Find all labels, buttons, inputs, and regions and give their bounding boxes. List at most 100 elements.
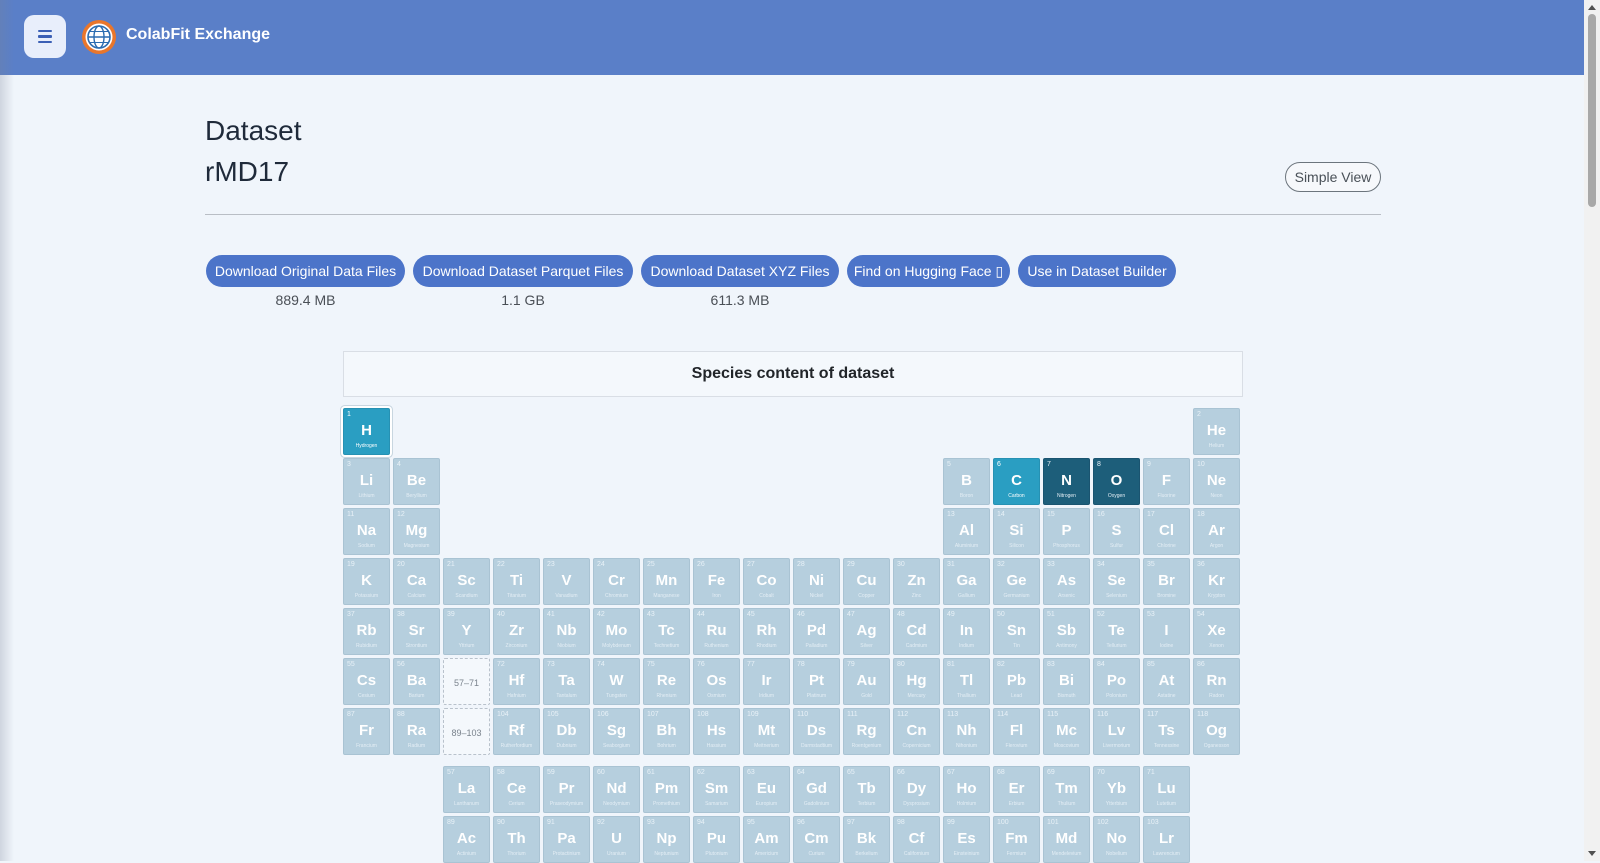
element-al[interactable]: 13 Al Aluminium: [943, 508, 990, 555]
element-cf[interactable]: 98 Cf Californium: [893, 816, 940, 863]
element-db[interactable]: 105 Db Dubnium: [543, 708, 590, 755]
element-cd[interactable]: 48 Cd Cadmium: [893, 608, 940, 655]
element-mn[interactable]: 25 Mn Manganese: [643, 558, 690, 605]
element-ne[interactable]: 10 Ne Neon: [1193, 458, 1240, 505]
element-pr[interactable]: 59 Pr Praseodymium: [543, 766, 590, 813]
element-v[interactable]: 23 V Vanadium: [543, 558, 590, 605]
element-pm[interactable]: 61 Pm Promethium: [643, 766, 690, 813]
element-w[interactable]: 74 W Tungsten: [593, 658, 640, 705]
element-li[interactable]: 3 Li Lithium: [343, 458, 390, 505]
element-ra[interactable]: 88 Ra Radium: [393, 708, 440, 755]
element-la[interactable]: 57 La Lanthanum: [443, 766, 490, 813]
element-zr[interactable]: 40 Zr Zirconium: [493, 608, 540, 655]
element-au[interactable]: 79 Au Gold: [843, 658, 890, 705]
element-bh[interactable]: 107 Bh Bohrium: [643, 708, 690, 755]
element-fr[interactable]: 87 Fr Francium: [343, 708, 390, 755]
element-i[interactable]: 53 I Iodine: [1143, 608, 1190, 655]
element-sg[interactable]: 106 Sg Seaborgium: [593, 708, 640, 755]
element-cr[interactable]: 24 Cr Chromium: [593, 558, 640, 605]
element-se[interactable]: 34 Se Selenium: [1093, 558, 1140, 605]
element-hg[interactable]: 80 Hg Mercury: [893, 658, 940, 705]
download-original-data-button[interactable]: Download Original Data Files: [206, 255, 405, 287]
element-in[interactable]: 49 In Indium: [943, 608, 990, 655]
element-h[interactable]: 1 H Hydrogen: [343, 408, 390, 455]
element-nh[interactable]: 113 Nh Nihonium: [943, 708, 990, 755]
element-ce[interactable]: 58 Ce Cerium: [493, 766, 540, 813]
element-sb[interactable]: 51 Sb Antimony: [1043, 608, 1090, 655]
element-ta[interactable]: 73 Ta Tantalum: [543, 658, 590, 705]
element-tc[interactable]: 43 Tc Technetium: [643, 608, 690, 655]
element-hs[interactable]: 108 Hs Hassium: [693, 708, 740, 755]
element-bk[interactable]: 97 Bk Berkelium: [843, 816, 890, 863]
element-md[interactable]: 101 Md Mendelevium: [1043, 816, 1090, 863]
element-c[interactable]: 6 C Carbon: [993, 458, 1040, 505]
element-ru[interactable]: 44 Ru Ruthenium: [693, 608, 740, 655]
element-nd[interactable]: 60 Nd Neodymium: [593, 766, 640, 813]
element-fl[interactable]: 114 Fl Flerovium: [993, 708, 1040, 755]
element-sm[interactable]: 62 Sm Samarium: [693, 766, 740, 813]
element-sr[interactable]: 38 Sr Strontium: [393, 608, 440, 655]
element-lv[interactable]: 116 Lv Livermorium: [1093, 708, 1140, 755]
element-lr[interactable]: 103 Lr Lawrencium: [1143, 816, 1190, 863]
element-cl[interactable]: 17 Cl Chlorine: [1143, 508, 1190, 555]
element-re[interactable]: 75 Re Rhenium: [643, 658, 690, 705]
element-dy[interactable]: 66 Dy Dysprosium: [893, 766, 940, 813]
element-bi[interactable]: 83 Bi Bismuth: [1043, 658, 1090, 705]
element-ir[interactable]: 77 Ir Iridium: [743, 658, 790, 705]
element-po[interactable]: 84 Po Polonium: [1093, 658, 1140, 705]
element-pt[interactable]: 78 Pt Platinum: [793, 658, 840, 705]
globe-logo-icon[interactable]: [81, 19, 117, 55]
element-fe[interactable]: 26 Fe Iron: [693, 558, 740, 605]
element-pa[interactable]: 91 Pa Protactinium: [543, 816, 590, 863]
element-eu[interactable]: 63 Eu Europium: [743, 766, 790, 813]
element-f[interactable]: 9 F Fluorine: [1143, 458, 1190, 505]
element-tl[interactable]: 81 Tl Thallium: [943, 658, 990, 705]
element-es[interactable]: 99 Es Einsteinium: [943, 816, 990, 863]
element-as[interactable]: 33 As Arsenic: [1043, 558, 1090, 605]
element-th[interactable]: 90 Th Thorium: [493, 816, 540, 863]
element-pb[interactable]: 82 Pb Lead: [993, 658, 1040, 705]
element-gd[interactable]: 64 Gd Gadolinium: [793, 766, 840, 813]
element-mo[interactable]: 42 Mo Molybdenum: [593, 608, 640, 655]
element-ga[interactable]: 31 Ga Gallium: [943, 558, 990, 605]
element-sc[interactable]: 21 Sc Scandium: [443, 558, 490, 605]
element-ac[interactable]: 89 Ac Actinium: [443, 816, 490, 863]
element-og[interactable]: 118 Og Oganesson: [1193, 708, 1240, 755]
element-nb[interactable]: 41 Nb Niobium: [543, 608, 590, 655]
dataset-builder-button[interactable]: Use in Dataset Builder: [1018, 255, 1176, 287]
element-ar[interactable]: 18 Ar Argon: [1193, 508, 1240, 555]
element-te[interactable]: 52 Te Tellurium: [1093, 608, 1140, 655]
element-rn[interactable]: 86 Rn Radon: [1193, 658, 1240, 705]
element-ba[interactable]: 56 Ba Barium: [393, 658, 440, 705]
element-np[interactable]: 93 Np Neptunium: [643, 816, 690, 863]
element-at[interactable]: 85 At Astatine: [1143, 658, 1190, 705]
brand-name[interactable]: ColabFit Exchange: [126, 26, 270, 44]
element-ca[interactable]: 20 Ca Calcium: [393, 558, 440, 605]
element-cn[interactable]: 112 Cn Copernicium: [893, 708, 940, 755]
element-am[interactable]: 95 Am Americium: [743, 816, 790, 863]
element-hf[interactable]: 72 Hf Hafnium: [493, 658, 540, 705]
element-er[interactable]: 68 Er Erbium: [993, 766, 1040, 813]
element-rb[interactable]: 37 Rb Rubidium: [343, 608, 390, 655]
element-rh[interactable]: 45 Rh Rhodium: [743, 608, 790, 655]
scroll-up-arrow-icon[interactable]: [1588, 5, 1596, 10]
element-fm[interactable]: 100 Fm Fermium: [993, 816, 1040, 863]
download-parquet-button[interactable]: Download Dataset Parquet Files: [413, 255, 633, 287]
element-lu[interactable]: 71 Lu Lutetium: [1143, 766, 1190, 813]
simple-view-button[interactable]: Simple View: [1285, 162, 1381, 192]
element-cs[interactable]: 55 Cs Cesium: [343, 658, 390, 705]
element-k[interactable]: 19 K Potassium: [343, 558, 390, 605]
element-ge[interactable]: 32 Ge Germanium: [993, 558, 1040, 605]
element-mg[interactable]: 12 Mg Magnesium: [393, 508, 440, 555]
element-pd[interactable]: 46 Pd Palladium: [793, 608, 840, 655]
element-pu[interactable]: 94 Pu Plutonium: [693, 816, 740, 863]
element-zn[interactable]: 30 Zn Zinc: [893, 558, 940, 605]
element-rf[interactable]: 104 Rf Rutherfordium: [493, 708, 540, 755]
element-be[interactable]: 4 Be Beryllium: [393, 458, 440, 505]
element-tm[interactable]: 69 Tm Thulium: [1043, 766, 1090, 813]
vertical-scrollbar[interactable]: [1584, 0, 1600, 861]
element-yb[interactable]: 70 Yb Ytterbium: [1093, 766, 1140, 813]
menu-button[interactable]: [24, 15, 66, 58]
element-y[interactable]: 39 Y Yttrium: [443, 608, 490, 655]
element-n[interactable]: 7 N Nitrogen: [1043, 458, 1090, 505]
